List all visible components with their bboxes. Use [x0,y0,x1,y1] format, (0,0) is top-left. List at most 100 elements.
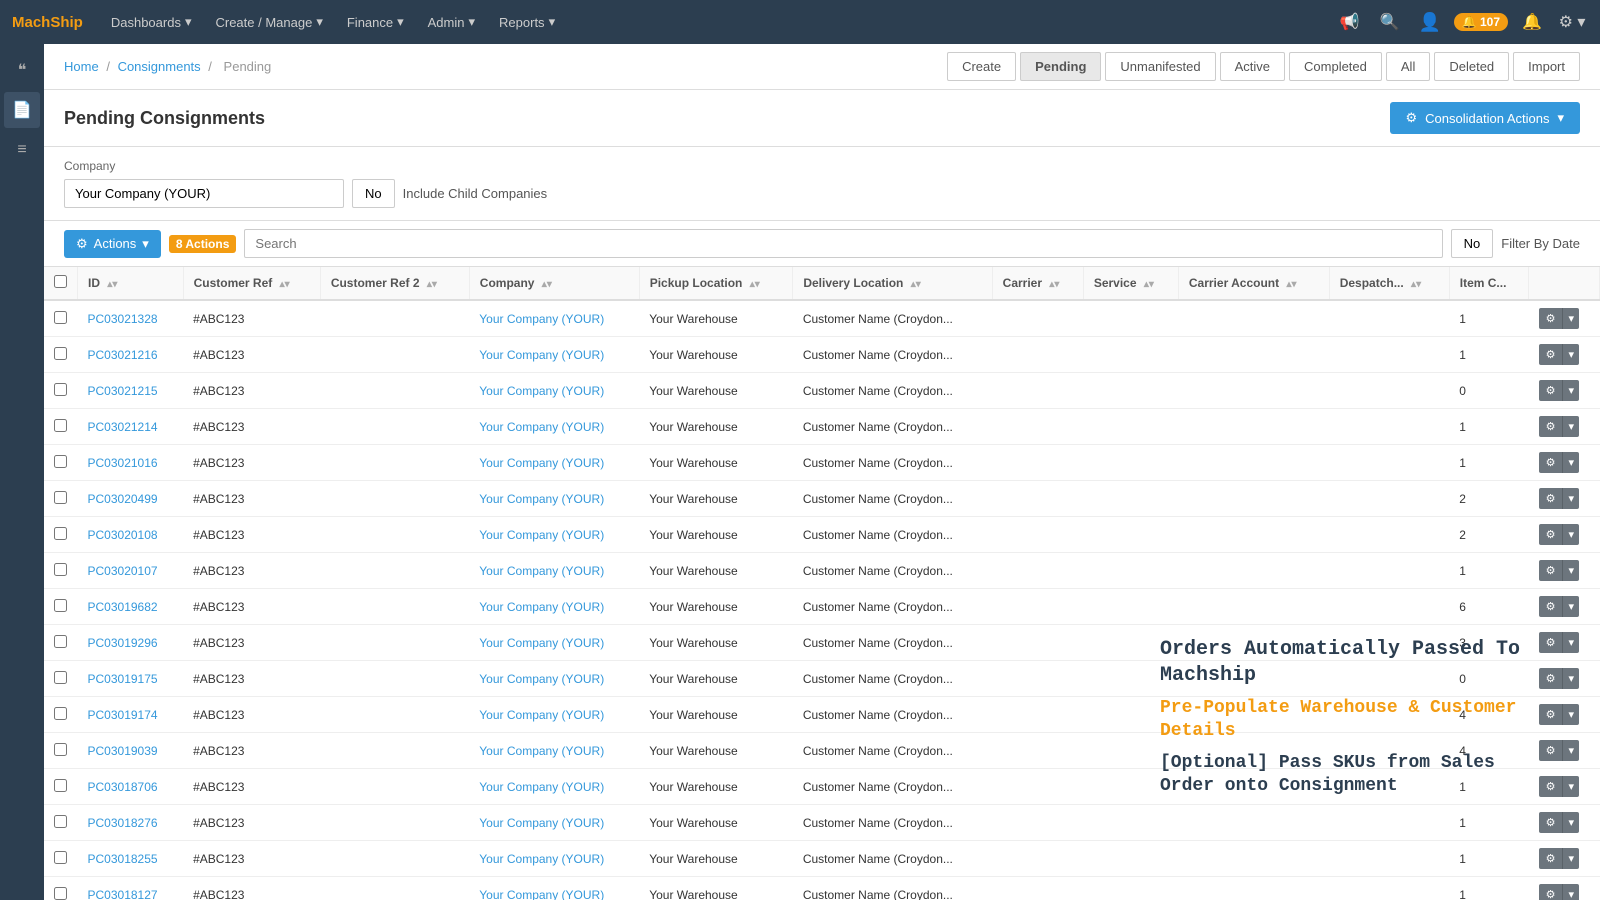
row-gear-dropdown[interactable]: ▾ [1562,488,1579,509]
row-gear-button[interactable]: ⚙ [1539,596,1563,617]
col-service[interactable]: Service ▴▾ [1083,267,1178,300]
row-checkbox-cell[interactable] [44,337,78,373]
col-company[interactable]: Company ▴▾ [469,267,639,300]
row-gear-button[interactable]: ⚙ [1539,380,1563,401]
row-gear-button[interactable]: ⚙ [1539,560,1563,581]
row-gear-dropdown[interactable]: ▾ [1562,452,1579,473]
row-gear-dropdown[interactable]: ▾ [1562,812,1579,833]
consignment-id-link[interactable]: PC03021214 [88,420,158,434]
row-checkbox-cell[interactable] [44,373,78,409]
row-checkbox[interactable] [54,455,67,468]
tab-unmanifested[interactable]: Unmanifested [1105,52,1215,81]
col-pickup[interactable]: Pickup Location ▴▾ [639,267,793,300]
row-checkbox[interactable] [54,419,67,432]
row-checkbox-cell[interactable] [44,697,78,733]
row-checkbox-cell[interactable] [44,589,78,625]
row-gear-dropdown[interactable]: ▾ [1562,308,1579,329]
breadcrumb-consignments[interactable]: Consignments [118,59,201,74]
row-checkbox-cell[interactable] [44,841,78,877]
row-gear-button[interactable]: ⚙ [1539,524,1563,545]
row-checkbox[interactable] [54,671,67,684]
company-link[interactable]: Your Company (YOUR) [479,744,604,758]
nav-finance[interactable]: Finance ▾ [335,0,416,44]
col-despatch[interactable]: Despatch... ▴▾ [1329,267,1449,300]
consignment-id-link[interactable]: PC03019174 [88,708,158,722]
tab-completed[interactable]: Completed [1289,52,1382,81]
row-gear-button[interactable]: ⚙ [1539,488,1563,509]
col-id[interactable]: ID ▴▾ [78,267,184,300]
actions-button[interactable]: ⚙ Actions ▾ [64,230,161,258]
consignment-id-link[interactable]: PC03019296 [88,636,158,650]
company-link[interactable]: Your Company (YOUR) [479,780,604,794]
company-link[interactable]: Your Company (YOUR) [479,564,604,578]
consignment-id-link[interactable]: PC03018276 [88,816,158,830]
row-gear-dropdown[interactable]: ▾ [1562,524,1579,545]
search-icon[interactable]: 🔍 [1374,6,1406,38]
consignment-id-link[interactable]: PC03018127 [88,888,158,900]
consignment-id-link[interactable]: PC03019682 [88,600,158,614]
row-gear-button[interactable]: ⚙ [1539,416,1563,437]
company-link[interactable]: Your Company (YOUR) [479,636,604,650]
row-checkbox-cell[interactable] [44,877,78,900]
tab-import[interactable]: Import [1513,52,1580,81]
consignment-id-link[interactable]: PC03020107 [88,564,158,578]
consignment-id-link[interactable]: PC03019175 [88,672,158,686]
row-gear-button[interactable]: ⚙ [1539,776,1563,797]
company-link[interactable]: Your Company (YOUR) [479,384,604,398]
company-input[interactable] [64,179,344,208]
row-gear-button[interactable]: ⚙ [1539,812,1563,833]
row-gear-dropdown[interactable]: ▾ [1562,704,1579,725]
row-gear-button[interactable]: ⚙ [1539,740,1563,761]
row-checkbox[interactable] [54,347,67,360]
company-link[interactable]: Your Company (YOUR) [479,672,604,686]
col-select-all[interactable] [44,267,78,300]
row-gear-dropdown[interactable]: ▾ [1562,344,1579,365]
consignment-id-link[interactable]: PC03021328 [88,312,158,326]
row-checkbox-cell[interactable] [44,481,78,517]
row-checkbox-cell[interactable] [44,300,78,337]
row-gear-button[interactable]: ⚙ [1539,884,1563,900]
row-checkbox-cell[interactable] [44,409,78,445]
row-checkbox[interactable] [54,743,67,756]
row-gear-dropdown[interactable]: ▾ [1562,380,1579,401]
row-checkbox[interactable] [54,707,67,720]
row-gear-button[interactable]: ⚙ [1539,308,1563,329]
row-checkbox-cell[interactable] [44,625,78,661]
row-gear-dropdown[interactable]: ▾ [1562,416,1579,437]
notifications-badge[interactable]: 🔔 107 [1454,13,1508,31]
col-item-count[interactable]: Item C... [1449,267,1528,300]
company-link[interactable]: Your Company (YOUR) [479,312,604,326]
col-customer-ref[interactable]: Customer Ref ▴▾ [183,267,320,300]
row-checkbox[interactable] [54,815,67,828]
tab-all[interactable]: All [1386,52,1430,81]
filter-date-toggle[interactable]: No [1451,229,1494,258]
row-checkbox[interactable] [54,563,67,576]
consignment-id-link[interactable]: PC03021216 [88,348,158,362]
tab-create[interactable]: Create [947,52,1016,81]
row-gear-dropdown[interactable]: ▾ [1562,668,1579,689]
row-checkbox[interactable] [54,635,67,648]
row-gear-dropdown[interactable]: ▾ [1562,560,1579,581]
row-gear-button[interactable]: ⚙ [1539,848,1563,869]
consignment-id-link[interactable]: PC03021215 [88,384,158,398]
child-companies-toggle[interactable]: No [352,179,395,208]
row-gear-dropdown[interactable]: ▾ [1562,848,1579,869]
col-carrier[interactable]: Carrier ▴▾ [992,267,1083,300]
nav-dashboards[interactable]: Dashboards ▾ [99,0,204,44]
megaphone-icon[interactable]: 📢 [1334,6,1366,38]
row-gear-button[interactable]: ⚙ [1539,452,1563,473]
consignment-id-link[interactable]: PC03020499 [88,492,158,506]
row-gear-button[interactable]: ⚙ [1539,344,1563,365]
search-input[interactable] [244,229,1442,258]
row-checkbox[interactable] [54,779,67,792]
company-link[interactable]: Your Company (YOUR) [479,420,604,434]
company-link[interactable]: Your Company (YOUR) [479,492,604,506]
col-carrier-account[interactable]: Carrier Account ▴▾ [1178,267,1329,300]
row-gear-button[interactable]: ⚙ [1539,668,1563,689]
consignment-id-link[interactable]: PC03020108 [88,528,158,542]
row-gear-dropdown[interactable]: ▾ [1562,740,1579,761]
row-gear-dropdown[interactable]: ▾ [1562,596,1579,617]
company-link[interactable]: Your Company (YOUR) [479,816,604,830]
breadcrumb-home[interactable]: Home [64,59,99,74]
tab-deleted[interactable]: Deleted [1434,52,1509,81]
